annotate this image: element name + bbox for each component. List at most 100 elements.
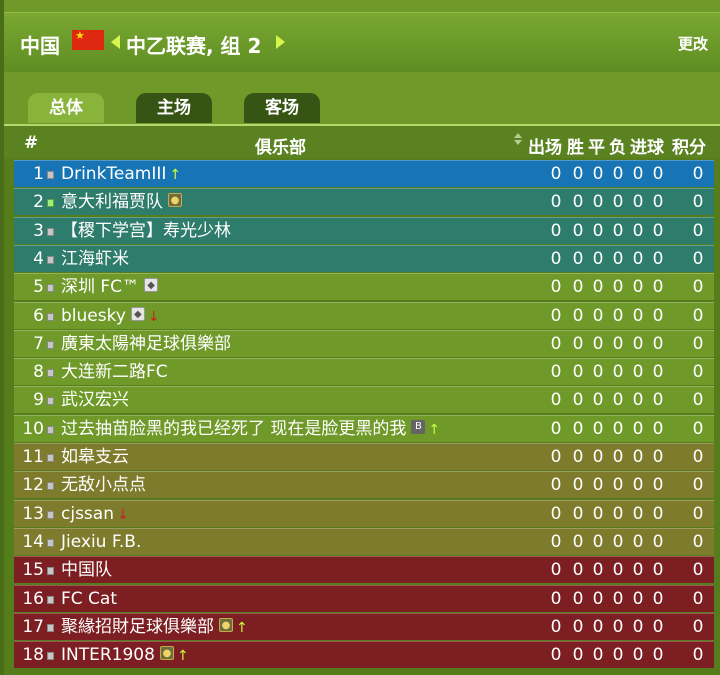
status-dot-icon	[47, 567, 54, 576]
status-dot-icon	[47, 340, 54, 349]
table-row[interactable]: 3 【稷下学宫】寿光少林 0 0 0 0 0 0 0	[14, 216, 714, 244]
stat-value: 0	[592, 362, 604, 383]
stat-value: 0	[550, 362, 562, 383]
stat-value: 0	[572, 277, 584, 298]
club-name[interactable]: DrinkTeamIII ↑	[61, 161, 181, 188]
stat-value: 0	[632, 588, 644, 609]
stat-value: 0	[692, 588, 704, 609]
stat-value: 0	[572, 333, 584, 354]
club-name[interactable]: cjssan ↓	[61, 501, 129, 528]
stat-value: 0	[612, 616, 624, 637]
country-name: 中国	[20, 34, 60, 58]
stat-value: 0	[592, 305, 604, 326]
stat-value: 0	[632, 192, 644, 213]
club-name[interactable]: 聚緣招財足球俱樂部 ● ↑	[61, 614, 248, 641]
table-row[interactable]: 6 bluesky ◆ ↓ 0 0 0 0 0 0 0	[14, 301, 714, 330]
club-name[interactable]: 意大利福贾队 ●	[61, 189, 182, 215]
stat-value: 0	[652, 277, 664, 298]
table-row[interactable]: 7 廣東太陽神足球俱樂部 0 0 0 0 0 0 0	[14, 329, 714, 357]
stat-value: 0	[632, 390, 644, 411]
stat-value: 0	[592, 447, 604, 467]
tab-home[interactable]: 主场	[136, 93, 212, 123]
standings-table: # 俱乐部 出场 胜 平 负 进球 积分 1 DrinkTeamIII ↑ 0 0 0 0 0…	[4, 124, 720, 675]
table-row[interactable]: 18 INTER1908 ● ↑ 0 0 0 0 0 0 0	[14, 641, 714, 669]
stat-value: 0	[632, 277, 644, 298]
table-row[interactable]: 12 无敌小点点 0 0 0 0 0 0 0	[14, 471, 714, 499]
table-row[interactable]: 10 过去抽苗脸黑的我已经死了 现在是脸更黑的我 B ↑ 0 0 0 0 0 0 0	[14, 414, 714, 443]
stat-value: 0	[572, 305, 584, 326]
stat-value: 0	[592, 192, 604, 213]
table-row[interactable]: 8 大连新二路FC 0 0 0 0 0 0 0	[14, 358, 714, 386]
row-rank: 5	[33, 277, 44, 298]
next-league-icon[interactable]	[276, 35, 285, 49]
club-name[interactable]: 廣東太陽神足球俱樂部	[61, 331, 231, 357]
table-row[interactable]: 11 如皋支云 0 0 0 0 0 0 0	[14, 443, 714, 470]
stat-value: 0	[612, 220, 624, 241]
club-name[interactable]: FC Cat	[61, 586, 117, 612]
stat-value: 0	[550, 333, 562, 354]
stat-value: 0	[612, 277, 624, 298]
stat-value: 0	[592, 475, 604, 496]
league-name: 中乙联赛, 组 2	[126, 34, 262, 58]
stat-value: 0	[652, 362, 664, 383]
status-dot-icon	[47, 482, 54, 491]
club-name[interactable]: INTER1908 ● ↑	[61, 642, 189, 669]
stat-value: 0	[612, 362, 624, 383]
club-name[interactable]: 武汉宏兴	[61, 387, 129, 413]
club-name[interactable]: bluesky ◆ ↓	[61, 303, 160, 330]
promotion-arrow-icon: ↑	[169, 167, 182, 183]
stat-value: 0	[692, 645, 704, 666]
club-name[interactable]: 如皋支云	[61, 444, 129, 470]
stat-value: 0	[592, 220, 604, 241]
stat-value: 0	[632, 645, 644, 666]
stat-value: 0	[592, 248, 604, 269]
table-row[interactable]: 2 意大利福贾队 ● 0 0 0 0 0 0 0	[14, 188, 714, 216]
sort-icon[interactable]	[514, 133, 522, 145]
china-flag-icon: ★	[72, 29, 104, 50]
club-name[interactable]: 深圳 FC™ ◆	[61, 274, 159, 300]
b-badge-icon: B	[411, 419, 426, 434]
row-rank: 8	[33, 362, 44, 383]
previous-league-icon[interactable]	[111, 35, 120, 49]
table-row[interactable]: 4 江海虾米 0 0 0 0 0 0 0	[14, 244, 714, 272]
club-name[interactable]: 【稷下学宫】寿光少林	[61, 218, 231, 244]
change-button[interactable]: 更改	[678, 33, 708, 54]
column-club: 俱乐部	[255, 138, 306, 158]
column-rank: #	[24, 133, 39, 153]
stat-value: 0	[692, 503, 704, 524]
table-row[interactable]: 1 DrinkTeamIII ↑ 0 0 0 0 0 0 0	[14, 160, 714, 187]
stat-value: 0	[652, 645, 664, 666]
stat-value: 0	[632, 447, 644, 467]
table-row[interactable]: 9 武汉宏兴 0 0 0 0 0 0 0	[14, 386, 714, 414]
club-name[interactable]: 过去抽苗脸黑的我已经死了 现在是脸更黑的我 B ↑	[61, 416, 440, 443]
stat-value: 0	[632, 164, 644, 184]
club-name[interactable]: 无敌小点点	[61, 472, 146, 498]
table-row[interactable]: 17 聚緣招財足球俱樂部 ● ↑ 0 0 0 0 0 0 0	[14, 612, 714, 641]
stat-value: 0	[550, 248, 562, 269]
stat-value: 0	[652, 390, 664, 411]
stat-value: 0	[550, 560, 562, 581]
stat-value: 0	[632, 248, 644, 269]
club-name[interactable]: 大连新二路FC	[61, 359, 168, 385]
stat-value: 0	[632, 305, 644, 326]
stat-value: 0	[592, 531, 604, 552]
stat-value: 0	[692, 362, 704, 383]
club-name[interactable]: 中国队	[61, 557, 112, 583]
stat-value: 0	[572, 192, 584, 213]
tab-overall[interactable]: 总体	[28, 93, 104, 123]
table-row[interactable]: 5 深圳 FC™ ◆ 0 0 0 0 0 0 0	[14, 273, 714, 301]
column-goals: 进球	[630, 138, 664, 158]
table-row[interactable]: 15 中国队 0 0 0 0 0 0 0	[14, 556, 714, 584]
table-row[interactable]: 14 Jiexiu F.B. 0 0 0 0 0 0 0	[14, 527, 714, 555]
stat-value: 0	[652, 531, 664, 552]
tab-away[interactable]: 客场	[244, 93, 320, 123]
club-name[interactable]: 江海虾米	[61, 246, 129, 272]
table-row[interactable]: 16 FC Cat 0 0 0 0 0 0 0	[14, 584, 714, 612]
row-rank: 7	[33, 333, 44, 354]
table-row[interactable]: 13 cjssan ↓ 0 0 0 0 0 0 0	[14, 499, 714, 528]
club-name[interactable]: Jiexiu F.B.	[61, 529, 141, 555]
stat-value: 0	[592, 560, 604, 581]
stat-value: 0	[612, 248, 624, 269]
stat-value: 0	[632, 475, 644, 496]
stat-value: 0	[652, 220, 664, 241]
